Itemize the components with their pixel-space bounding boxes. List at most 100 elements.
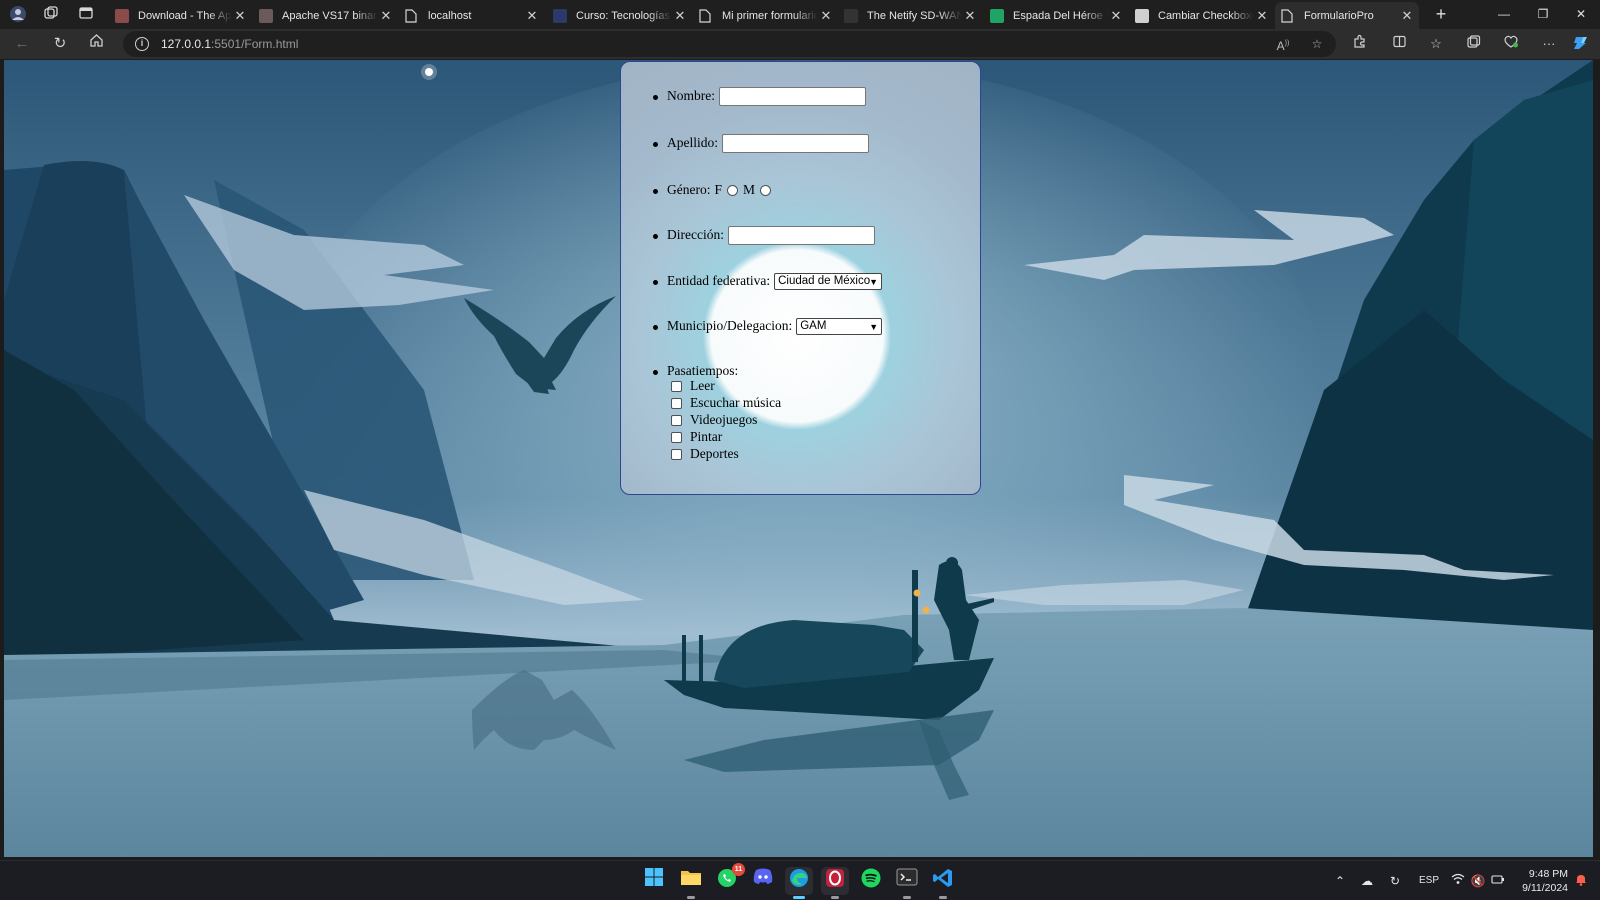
page-icon (1281, 8, 1295, 23)
genero-f-radio[interactable] (727, 184, 738, 196)
browser-essentials-icon[interactable] (1500, 34, 1522, 54)
vertical-tabs-icon[interactable] (76, 5, 96, 25)
page-viewport: Nombre: Apellido: Género: F M Dirección:… (4, 60, 1593, 857)
genero-f-label: F (714, 182, 722, 197)
nombre-input[interactable] (719, 86, 866, 106)
tab[interactable]: Download - The Apache✕ (109, 2, 252, 29)
apellido-label: Apellido: (667, 135, 718, 150)
windows-start-icon[interactable] (640, 867, 668, 895)
read-aloud-icon[interactable]: A)) (1273, 35, 1293, 53)
sync-update-icon[interactable]: ↻ (1386, 873, 1404, 889)
tab[interactable]: localhost ✕ (399, 2, 544, 29)
nombre-row: Nombre: (667, 85, 866, 107)
moodle-favicon-icon (553, 8, 567, 23)
settings-more-icon[interactable]: ··· (1538, 34, 1560, 54)
tab[interactable]: FormularioPro ✕ (1275, 2, 1419, 29)
favorite-star-icon[interactable]: ☆ (1307, 35, 1327, 53)
url-text[interactable]: 127.0.0.1:5501/Form.html (161, 37, 298, 51)
new-tab-button[interactable]: + (1430, 3, 1452, 25)
spotify-icon[interactable] (857, 867, 885, 895)
direccion-input[interactable] (727, 225, 875, 245)
entidad-select[interactable]: Ciudad de México ▼ (774, 272, 883, 290)
wifi-icon[interactable] (1449, 873, 1467, 889)
checkbox[interactable] (671, 414, 682, 426)
tab-title: The Netify SD-WAN & (867, 9, 962, 22)
clock-time: 9:48 PM (1528, 868, 1568, 880)
entidad-row: Entidad federativa: Ciudad de México ▼ (667, 270, 883, 292)
tab-title: Espada Del Héroe Pla (1013, 9, 1108, 22)
profile-icon[interactable] (8, 5, 28, 25)
back-arrow-icon[interactable]: ← (10, 33, 34, 55)
copilot-icon[interactable] (1570, 34, 1592, 54)
form-panel: Nombre: Apellido: Género: F M Dirección:… (620, 61, 981, 495)
genero-m-label: M (743, 182, 756, 197)
extensions-icon[interactable] (1348, 34, 1370, 54)
edge-icon[interactable] (785, 867, 813, 899)
tab[interactable]: Curso: Tecnologías para✕ (547, 2, 692, 29)
pasatiempo-videojuegos[interactable]: Videojuegos (671, 412, 757, 428)
browser-toolbar: ← ↻ i 127.0.0.1:5501/Form.html A)) ☆ ☆ ·… (0, 29, 1600, 59)
tab-title: Download - The Apache (138, 9, 232, 22)
pasatiempo-deportes[interactable]: Deportes (671, 446, 739, 462)
checkbox[interactable] (671, 431, 682, 443)
direccion-row: Dirección: (667, 224, 875, 246)
municipio-select[interactable]: GAM ▼ (796, 317, 883, 335)
clock[interactable]: 9:48 PM 9/11/2024 (1522, 867, 1568, 895)
favorites-icon[interactable]: ☆ (1425, 34, 1447, 54)
file-explorer-icon[interactable] (677, 867, 705, 899)
restore-button[interactable]: ❐ (1524, 0, 1562, 29)
tab[interactable]: Apache VS17 binaries✕ (253, 2, 398, 29)
tab[interactable]: Cambiar Checkboxes ✕ (1129, 2, 1274, 29)
language-indicator[interactable]: ESP (1414, 873, 1444, 889)
apellido-input[interactable] (722, 133, 869, 153)
close-tab-icon[interactable]: ✕ (378, 8, 394, 24)
nombre-label: Nombre: (667, 88, 715, 103)
home-icon[interactable] (84, 33, 108, 55)
genero-m-radio[interactable] (760, 184, 772, 196)
opera-icon[interactable] (821, 867, 849, 899)
close-tab-icon[interactable]: ✕ (524, 8, 540, 24)
close-window-button[interactable]: ✕ (1562, 0, 1600, 29)
volume-muted-icon[interactable]: 🔇 (1469, 873, 1487, 889)
checkbox[interactable] (671, 448, 682, 460)
pasatiempo-pintar[interactable]: Pintar (671, 429, 722, 445)
pasatiempo-leer[interactable]: Leer (671, 378, 715, 394)
close-tab-icon[interactable]: ✕ (1108, 8, 1124, 24)
discord-icon[interactable] (749, 867, 777, 895)
site-info-icon[interactable]: i (135, 37, 149, 51)
apellido-row: Apellido: (667, 132, 869, 154)
show-hidden-icons-chevron-icon[interactable]: ⌃ (1331, 873, 1349, 889)
close-tab-icon[interactable]: ✕ (962, 8, 978, 24)
checkbox[interactable] (671, 397, 682, 409)
whatsapp-badge: 11 (732, 863, 745, 876)
pixabay-favicon-icon (990, 8, 1004, 23)
checkbox[interactable] (671, 380, 682, 392)
entidad-selected-value: Ciudad de México (778, 275, 871, 287)
m-favicon-icon (699, 8, 713, 23)
pasatiempo-escuchar-musica[interactable]: Escuchar música (671, 395, 781, 411)
whatsapp-icon[interactable]: 11 (713, 863, 745, 895)
refresh-icon[interactable]: ↻ (48, 33, 72, 55)
battery-icon[interactable] (1489, 873, 1507, 889)
collections-icon[interactable] (1462, 34, 1484, 54)
split-screen-icon[interactable] (1388, 34, 1410, 54)
onedrive-cloud-icon[interactable]: ☁ (1358, 873, 1376, 889)
tab-title: Cambiar Checkboxes (1158, 9, 1254, 22)
address-bar[interactable]: i 127.0.0.1:5501/Form.html A)) ☆ (123, 31, 1336, 57)
tab[interactable]: The Netify SD-WAN &✕ (838, 2, 982, 29)
close-tab-icon[interactable]: ✕ (672, 8, 688, 24)
tab[interactable]: Espada Del Héroe Pla✕ (984, 2, 1128, 29)
workspaces-icon[interactable] (41, 5, 61, 25)
close-tab-icon[interactable]: ✕ (1254, 8, 1270, 24)
apache-favicon-icon (259, 8, 273, 23)
tab[interactable]: Mi primer formulario ✕ (693, 2, 838, 29)
terminal-icon[interactable] (893, 867, 921, 899)
close-tab-icon[interactable]: ✕ (818, 8, 834, 24)
close-tab-icon[interactable]: ✕ (1399, 8, 1415, 24)
vscode-icon[interactable] (929, 867, 957, 899)
netify-favicon-icon (844, 8, 858, 23)
tab-title: Apache VS17 binaries (282, 9, 378, 22)
minimize-button[interactable]: — (1485, 0, 1523, 29)
close-tab-icon[interactable]: ✕ (232, 8, 248, 24)
notification-bell-icon[interactable] (1572, 873, 1590, 890)
